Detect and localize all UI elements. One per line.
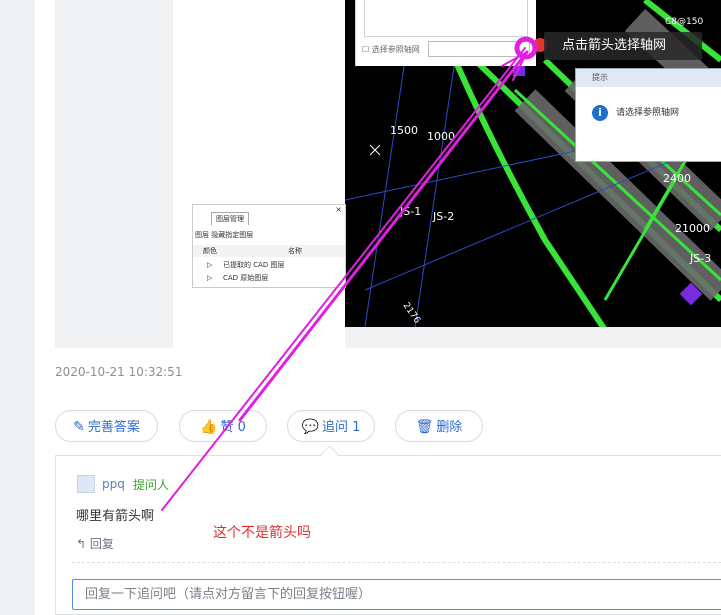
- reference-grid-select[interactable]: [428, 41, 530, 57]
- thumbs-up-icon: 👍: [200, 419, 218, 435]
- improve-answer-label: 完善答案: [87, 420, 140, 435]
- role-badge: 提问人: [133, 478, 170, 492]
- cad-label-js3: JS-3: [689, 252, 711, 265]
- delete-button[interactable]: 🗑 删除: [395, 410, 483, 442]
- avatar[interactable]: [77, 475, 95, 493]
- screenshot-callout: 点击箭头选择轴网: [544, 32, 702, 60]
- layer-management-panel: × 图层管理 图层 隐藏指定图层 颜色 名称 ▷ 已提取的 CAD 图层 ▷ C…: [192, 204, 346, 288]
- cad-dim-1500: 1500: [390, 124, 418, 137]
- cad-dim-2400: 2400: [663, 172, 691, 185]
- reply-button[interactable]: ↰ 回复: [76, 535, 114, 552]
- layer-toolbar: 图层 隐藏指定图层: [195, 231, 254, 239]
- cad-label-js1: JS-1: [399, 205, 421, 218]
- improve-answer-button[interactable]: ✎ 完善答案: [55, 410, 158, 442]
- dialog-message: 请选择参照轴网: [616, 108, 680, 118]
- comment-icon: 💬: [301, 419, 320, 435]
- reference-grid-checkbox-label: 选择参照轴网: [371, 45, 420, 54]
- layer-name-header: 名称: [288, 247, 302, 255]
- table-row[interactable]: ▷ CAD 原始图层: [193, 272, 345, 284]
- table-row[interactable]: ▷ 已提取的 CAD 图层: [193, 259, 345, 271]
- cad-label-js2: JS-2: [432, 210, 454, 223]
- layer-name: CAD 原始图层: [223, 274, 269, 282]
- answer-timestamp: 2020-10-21 10:32:51: [55, 365, 183, 379]
- close-icon[interactable]: ×: [335, 205, 342, 214]
- delete-label: 删除: [436, 420, 463, 435]
- like-label: 赞 0: [220, 420, 246, 435]
- edit-icon: ✎: [73, 419, 85, 435]
- reference-grid-checkbox[interactable]: ☐ 选择参照轴网: [362, 44, 420, 55]
- layer-name: 已提取的 CAD 图层: [223, 261, 285, 269]
- cad-dim-21000: 21000: [675, 222, 710, 235]
- reply-label: 回复: [89, 537, 114, 551]
- dialog-title: 提示: [576, 69, 721, 87]
- grid-list-box: [364, 0, 528, 37]
- followup-label: 追问 1: [322, 420, 361, 435]
- prompt-dialog: 提示 i 请选择参照轴网 确定: [575, 68, 721, 162]
- layer-table-header: 颜色 名称: [193, 245, 345, 257]
- annotation-note: 这个不是箭头吗: [213, 525, 311, 541]
- expand-icon[interactable]: ▷: [207, 259, 212, 271]
- followup-comment: 哪里有箭头啊: [76, 509, 155, 524]
- expand-icon[interactable]: ▷: [207, 272, 212, 284]
- reply-input[interactable]: [72, 579, 721, 610]
- grid-select-panel: ☐ 选择参照轴网: [355, 0, 536, 66]
- tab-layer-management[interactable]: 图层管理: [211, 212, 249, 225]
- cad-label-rebar: C8@150: [665, 17, 703, 27]
- info-icon: i: [592, 105, 608, 121]
- layer-color-header: 颜色: [203, 247, 217, 255]
- divider: [72, 562, 721, 563]
- cad-dim-1000: 1000: [427, 130, 455, 143]
- followup-button[interactable]: 💬 追问 1: [287, 410, 375, 442]
- screenshot-left-pane: [173, 0, 345, 348]
- username[interactable]: ppq: [102, 477, 125, 491]
- reply-icon: ↰: [76, 537, 87, 551]
- trash-icon: 🗑: [415, 419, 434, 435]
- like-button[interactable]: 👍 赞 0: [179, 410, 267, 442]
